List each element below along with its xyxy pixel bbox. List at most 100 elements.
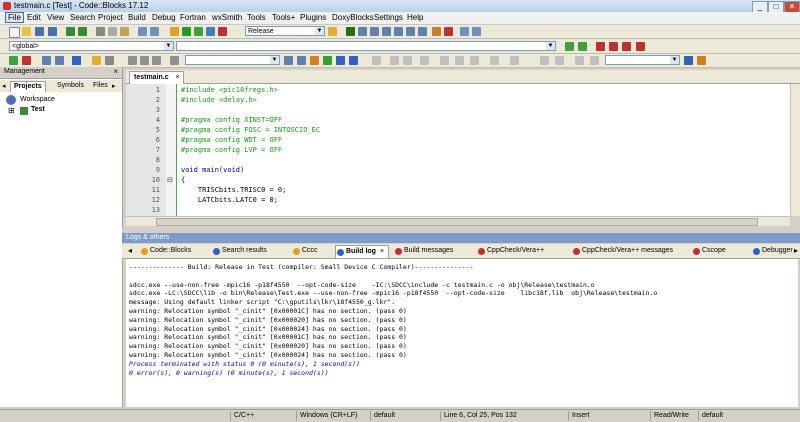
menu-edit[interactable]: Edit (25, 13, 43, 22)
run-to-cursor-icon[interactable] (358, 27, 367, 36)
symbol-select[interactable]: ▼ (185, 55, 280, 65)
cut-icon[interactable] (96, 27, 105, 36)
next-bookmark-icon[interactable] (622, 42, 631, 51)
box-icon-8[interactable] (510, 56, 519, 65)
select-icon[interactable] (72, 56, 81, 65)
tab-build-log[interactable]: Build log × (335, 245, 390, 258)
save-all-icon[interactable] (48, 27, 57, 36)
search-text-icon[interactable] (336, 56, 345, 65)
tab-cccc[interactable]: Cccc (292, 245, 318, 257)
menu-settings[interactable]: Settings (372, 13, 405, 22)
close-icon[interactable]: × (380, 248, 384, 255)
search-combo[interactable]: ▼ (605, 55, 680, 65)
tab-scroll-left-icon[interactable]: ◂ (2, 82, 6, 90)
search-regex-icon[interactable] (349, 56, 358, 65)
menu-fortran[interactable]: Fortran (178, 13, 208, 22)
menu-file[interactable]: File (5, 12, 24, 23)
arrow-left-icon[interactable] (284, 56, 293, 65)
menu-doxyblocks[interactable]: DoxyBlocks (330, 13, 376, 22)
tab-cscope[interactable]: Cscope (692, 245, 726, 257)
menu-tools-plus[interactable]: Tools+ (270, 13, 297, 22)
debug-info-icon[interactable] (472, 27, 481, 36)
horizontal-scroll-thumb[interactable] (156, 218, 758, 226)
stop-debugger-icon[interactable] (444, 27, 453, 36)
tree-project-test[interactable]: Test (31, 106, 45, 113)
menu-debug[interactable]: Debug (150, 13, 178, 22)
tab-cppcheck-vera-messages[interactable]: CppCheck/Vera++ messages (572, 245, 673, 257)
cursor-icon[interactable] (372, 56, 381, 65)
menu-search[interactable]: Search (68, 13, 97, 22)
function-select[interactable]: ▼ (176, 41, 556, 51)
zoom-in-icon[interactable] (540, 56, 549, 65)
box-icon-1[interactable] (390, 56, 399, 65)
abort-icon[interactable] (218, 27, 227, 36)
tab-codeblocks[interactable]: Code::Blocks (140, 245, 191, 257)
tab-cppcheck-vera[interactable]: CppCheck/Vera++ (477, 245, 544, 257)
pane-splitter[interactable] (122, 228, 800, 232)
close-icon[interactable]: × (176, 72, 180, 84)
s-icon[interactable] (575, 56, 584, 65)
next-instruction-icon[interactable] (406, 27, 415, 36)
close-icon[interactable]: × (113, 67, 118, 76)
menu-plugins[interactable]: Plugins (298, 13, 328, 22)
tab-files[interactable]: Files (90, 81, 111, 91)
scope-select[interactable]: <global> ▼ (9, 41, 174, 51)
help-icon[interactable] (92, 56, 101, 65)
nav-forward-icon[interactable] (152, 56, 161, 65)
properties-icon[interactable] (105, 56, 114, 65)
box-icon-5[interactable] (455, 56, 464, 65)
copy-icon[interactable] (108, 27, 117, 36)
debug-start-icon[interactable] (346, 27, 355, 36)
build-gear-icon[interactable] (170, 27, 179, 36)
rebuild-icon[interactable] (206, 27, 215, 36)
box-icon-3[interactable] (420, 56, 429, 65)
nav-back-icon[interactable] (128, 56, 137, 65)
box-icon-7[interactable] (490, 56, 499, 65)
tab-search-results[interactable]: Search results (212, 245, 267, 257)
brush-icon[interactable] (310, 56, 319, 65)
step-out-icon[interactable] (394, 27, 403, 36)
bullet-icon[interactable] (140, 56, 149, 65)
uncomment-icon[interactable] (55, 56, 64, 65)
box-icon-2[interactable] (403, 56, 412, 65)
save-icon[interactable] (35, 27, 44, 36)
tab-projects[interactable]: Projects (10, 81, 46, 92)
step-instruction-icon[interactable] (418, 27, 427, 36)
replace-icon[interactable] (150, 27, 159, 36)
search-icon[interactable] (684, 56, 693, 65)
open-folder-icon[interactable] (22, 27, 31, 36)
arrow-right-icon[interactable] (297, 56, 306, 65)
comment-icon[interactable] (42, 56, 51, 65)
fold-margin[interactable] (166, 84, 177, 216)
menu-wxsmith[interactable]: wxSmith (210, 13, 244, 22)
box-icon-6[interactable] (470, 56, 479, 65)
menu-build[interactable]: Build (126, 13, 148, 22)
jump-back-icon[interactable] (565, 42, 574, 51)
clear-bookmarks-icon[interactable] (636, 42, 645, 51)
play-macro-icon[interactable] (170, 56, 179, 65)
prev-bookmark-icon[interactable] (609, 42, 618, 51)
tab-debugger[interactable]: Debugger (752, 245, 800, 257)
build-target-select[interactable]: Release ▼ (245, 26, 325, 36)
debug-windows-icon[interactable] (460, 27, 469, 36)
run-icon[interactable] (182, 27, 191, 36)
menu-tools[interactable]: Tools (245, 13, 268, 22)
break-debugger-icon[interactable] (432, 27, 441, 36)
editor-vertical-scrollbar[interactable] (790, 84, 800, 216)
next-line-icon[interactable] (370, 27, 379, 36)
tree-workspace[interactable]: Workspace (20, 96, 55, 103)
paste-icon[interactable] (120, 27, 129, 36)
undo-icon[interactable] (66, 27, 75, 36)
toggle-bookmark-icon[interactable] (596, 42, 605, 51)
step-into-icon[interactable] (382, 27, 391, 36)
project-icon[interactable] (9, 56, 18, 65)
find-icon[interactable] (138, 27, 147, 36)
menu-project[interactable]: Project (96, 13, 125, 22)
menu-help[interactable]: Help (405, 13, 425, 22)
tab-scroll-right-icon[interactable]: ▸ (794, 246, 798, 255)
tab-build-messages[interactable]: Build messages (394, 245, 453, 257)
editor-horizontal-scrollbar[interactable] (126, 216, 790, 226)
highlight-icon[interactable] (323, 56, 332, 65)
box-icon-4[interactable] (440, 56, 449, 65)
tab-scroll-right-icon[interactable]: ▸ (112, 82, 116, 90)
